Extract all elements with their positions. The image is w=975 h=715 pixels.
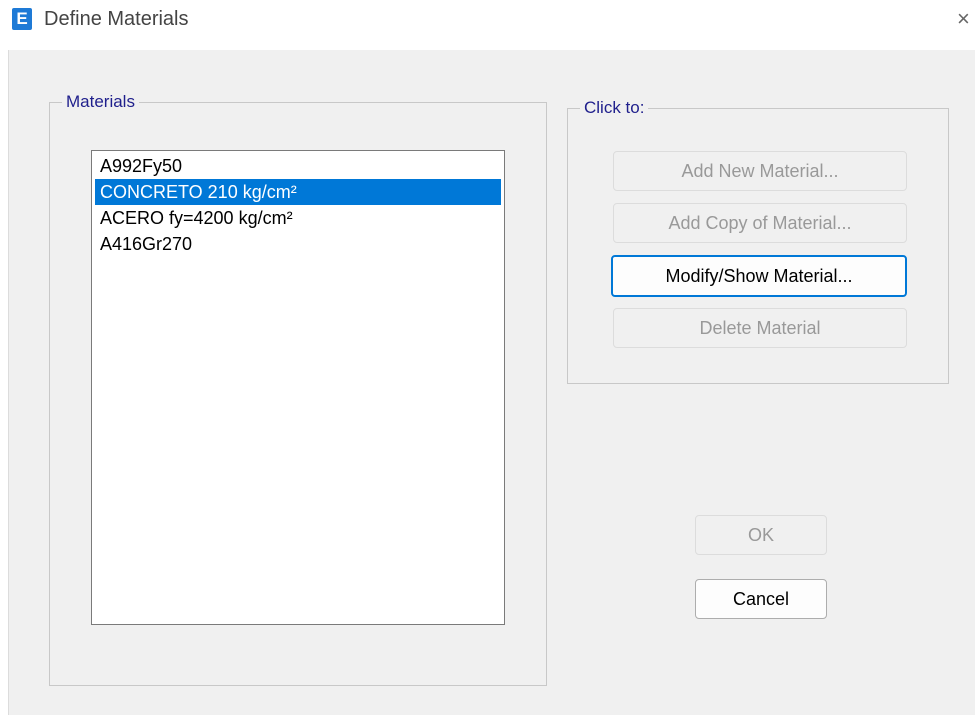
add-new-material-button[interactable]: Add New Material... bbox=[613, 151, 907, 191]
click-to-group-label: Click to: bbox=[580, 98, 649, 118]
list-item-selected[interactable]: CONCRETO 210 kg/cm² bbox=[95, 179, 501, 205]
window-title: Define Materials bbox=[44, 8, 189, 30]
ok-button[interactable]: OK bbox=[695, 515, 827, 555]
app-icon: E bbox=[12, 8, 32, 30]
cancel-button[interactable]: Cancel bbox=[695, 579, 827, 619]
title-bar: E Define Materials × bbox=[0, 0, 975, 50]
materials-listbox[interactable]: A992Fy50 CONCRETO 210 kg/cm² ACERO fy=42… bbox=[91, 150, 505, 625]
dialog-body: Materials A992Fy50 CONCRETO 210 kg/cm² A… bbox=[8, 50, 975, 715]
list-item[interactable]: ACERO fy=4200 kg/cm² bbox=[95, 205, 501, 231]
close-icon[interactable]: × bbox=[957, 8, 970, 30]
delete-material-button[interactable]: Delete Material bbox=[613, 308, 907, 348]
modify-show-material-button[interactable]: Modify/Show Material... bbox=[611, 255, 907, 297]
add-copy-material-button[interactable]: Add Copy of Material... bbox=[613, 203, 907, 243]
materials-group-label: Materials bbox=[62, 92, 139, 112]
list-item[interactable]: A992Fy50 bbox=[95, 153, 501, 179]
list-item[interactable]: A416Gr270 bbox=[95, 231, 501, 257]
